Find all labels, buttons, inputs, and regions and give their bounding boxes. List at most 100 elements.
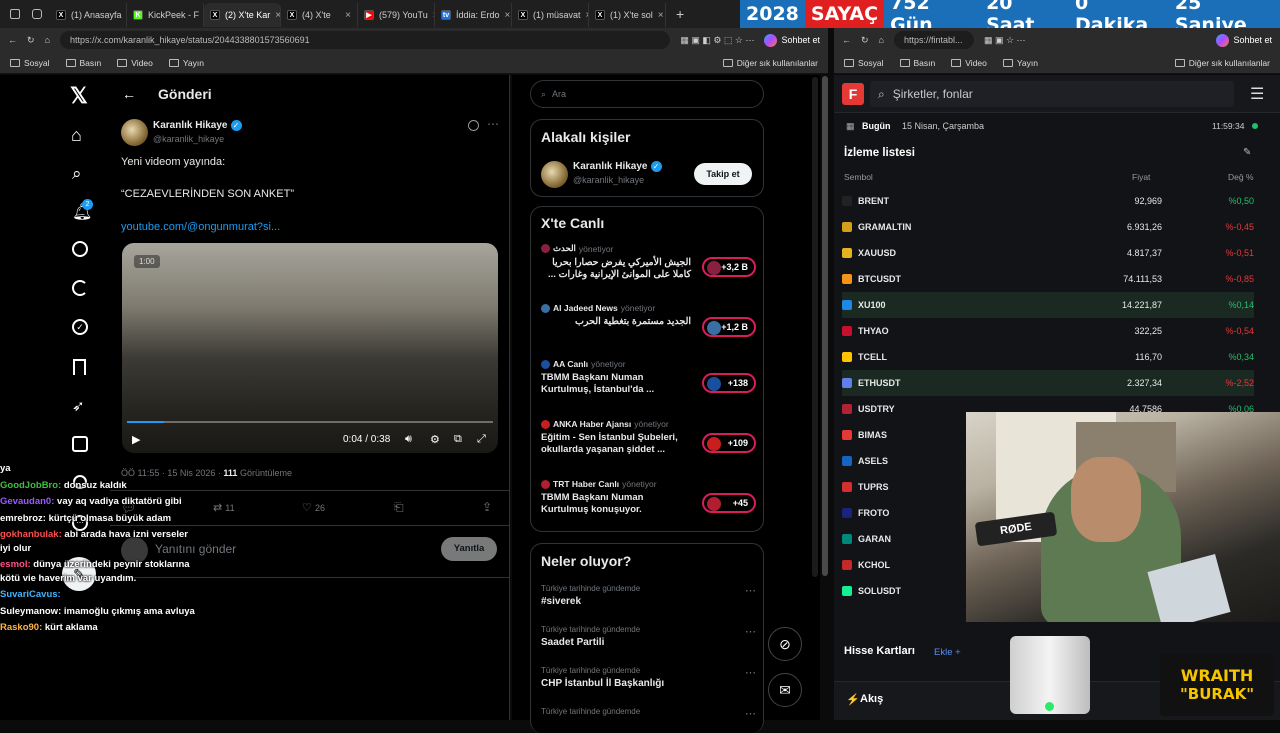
reload-icon[interactable]: ↻ [27, 35, 35, 46]
edit-pencil-icon[interactable]: ✎ [1243, 147, 1251, 158]
url-field-left[interactable]: https://x.com/karanlik_hikaye/status/204… [60, 31, 670, 49]
watchlist-row[interactable]: BTCUSDT74.111,53%-0,85 [842, 266, 1254, 292]
col-symbol[interactable]: Sembol [844, 172, 873, 182]
jobs-rocket-icon[interactable]: ➶ [72, 397, 85, 415]
browser-tab[interactable]: ▶(579) YouTu× [358, 3, 435, 27]
scrollbar[interactable] [812, 77, 818, 577]
browser-tab[interactable]: X(2) X'te Kar× [204, 3, 281, 27]
chat-username[interactable]: Gevaudan0: [0, 496, 54, 507]
home-icon[interactable]: ⌂ [879, 35, 884, 45]
other-bookmarks[interactable]: Diğer sık kullanılanlar [1175, 58, 1270, 68]
author-avatar[interactable] [121, 119, 148, 146]
bookmark-folder[interactable]: Yayın [1003, 58, 1038, 68]
grok-icon[interactable] [72, 280, 88, 296]
fintables-logo[interactable]: F [842, 83, 864, 105]
follow-button[interactable]: Takip et [694, 163, 752, 185]
post-link[interactable]: youtube.com/@ongunmurat?si... [121, 221, 280, 233]
bookmark-folder[interactable]: Video [117, 58, 153, 68]
home-icon[interactable]: ⌂ [45, 35, 50, 45]
live-item[interactable]: TRT Haber CanlıyönetiyorTBMM Başkanı Num… [541, 479, 756, 516]
back-icon[interactable]: ← [8, 35, 17, 45]
play-icon[interactable]: ▶ [132, 433, 140, 446]
chat-username[interactable]: esmol: [0, 559, 31, 570]
trend-more-icon[interactable]: ⋯ [745, 666, 756, 679]
tab-close-icon[interactable]: × [505, 10, 511, 21]
volume-icon[interactable]: 🔊︎ [405, 433, 412, 446]
back-arrow-icon[interactable]: ← [122, 86, 136, 102]
related-name-row[interactable]: Karanlık Hikaye✓ [573, 161, 662, 172]
watchlist-row[interactable]: TCELL116,70%0,34 [842, 344, 1254, 370]
browser-tab[interactable]: tvİddia: Erdo× [435, 3, 512, 27]
chat-username[interactable]: GoodJobBro: [0, 480, 61, 491]
bookmark-folder[interactable]: Sosyal [844, 58, 884, 68]
watchlist-row[interactable]: XU10014.221,87%0,14 [842, 292, 1254, 318]
reply-button[interactable]: Yanıtla [441, 537, 497, 561]
copilot-button[interactable]: Sohbet et [1216, 34, 1272, 47]
fin-search-input[interactable]: ⌕Şirketler, fonlar [870, 81, 1234, 107]
watchlist-row[interactable]: XAUUSD4.817,37%-0,51 [842, 240, 1254, 266]
trend-more-icon[interactable]: ⋯ [745, 625, 756, 638]
live-item[interactable]: AA CanlıyönetiyorTBMM Başkanı Numan Kurt… [541, 359, 756, 396]
related-avatar[interactable] [541, 161, 568, 188]
trend-more-icon[interactable]: ⋯ [745, 584, 756, 597]
watchlist-row[interactable]: THYAO322,25%-0,54 [842, 318, 1254, 344]
trend-item[interactable]: Türkiye tarihinde gündemde#siverek⋯ [541, 584, 756, 607]
live-listener-badge[interactable]: +3,2 B [702, 257, 756, 277]
chat-username[interactable]: gokhanbulak: [0, 529, 62, 540]
col-price[interactable]: Fiyat [1132, 172, 1150, 182]
bookmark-folder[interactable]: Sosyal [10, 58, 50, 68]
live-item[interactable]: ANKA Haber AjansıyönetiyorEğitim - Sen İ… [541, 419, 756, 456]
browser-tab[interactable]: X(4) X'te× [281, 3, 358, 27]
browser-tab[interactable]: X(1) müsavat× [512, 3, 589, 27]
left-browser-scrollbar[interactable] [822, 76, 828, 576]
back-icon[interactable]: ← [842, 35, 851, 45]
search-input[interactable]: ⌕Ara [530, 80, 764, 108]
video-player[interactable]: 1:00 ▶ 0:04 / 0:38 🔊︎ ⚙ ⧉ ⤢ [122, 243, 498, 453]
tab-close-icon[interactable]: × [658, 10, 664, 21]
other-bookmarks[interactable]: Diğer sık kullanılanlar [723, 58, 818, 68]
x-logo-icon[interactable]: 𝕏 [70, 83, 88, 109]
search-icon[interactable]: ⌕ [72, 164, 82, 184]
video-progress-bar[interactable] [127, 421, 493, 423]
retweet-button[interactable]: ⇄ 11 [213, 501, 235, 514]
chat-username[interactable]: SuvariCavus: [0, 589, 61, 600]
live-listener-badge[interactable]: +1,2 B [702, 317, 756, 337]
messages-float-button[interactable]: ✉ [768, 673, 802, 707]
hamburger-menu-icon[interactable]: ☰ [1250, 84, 1264, 104]
bookmark-folder[interactable]: Basın [66, 58, 102, 68]
post-more-icon[interactable]: ⋯ [487, 117, 499, 131]
chat-username[interactable]: Suleymanow: [0, 606, 61, 617]
bookmark-folder[interactable]: Basın [900, 58, 936, 68]
grok-post-icon[interactable] [468, 120, 479, 131]
tab-close-icon[interactable]: × [345, 10, 351, 21]
like-button[interactable]: ♡ 26 [302, 501, 325, 514]
bookmark-folder[interactable]: Video [951, 58, 987, 68]
url-field-right[interactable]: https://fintabl... [894, 31, 974, 49]
browser-tab[interactable]: KKickPeek - F× [127, 3, 204, 27]
new-tab-icon[interactable]: + [676, 6, 684, 22]
fullscreen-icon[interactable]: ⤢ [477, 433, 486, 446]
verified-orgs-icon[interactable]: ✓ [72, 319, 88, 335]
live-listener-badge[interactable]: +45 [702, 493, 756, 513]
live-listener-badge[interactable]: +138 [702, 373, 756, 393]
add-card-button[interactable]: Ekle + [934, 647, 961, 658]
bookmarks-icon[interactable] [73, 359, 86, 375]
trend-item[interactable]: Türkiye tarihinde gündemdeCHP İstanbul İ… [541, 666, 756, 689]
chat-username[interactable]: Rasko90: [0, 622, 42, 633]
trend-more-icon[interactable]: ⋯ [745, 707, 756, 720]
grok-float-button[interactable]: ⊘ [768, 627, 802, 661]
workspaces-icon[interactable] [32, 9, 42, 19]
bookmark-folder[interactable]: Yayın [169, 58, 204, 68]
extensions-icon[interactable]: ▦ ▣ ◧ ⚙ ⬚ ☆ ⋯ [680, 35, 754, 46]
pip-icon[interactable]: ⧉ [454, 433, 462, 446]
trend-item[interactable]: Türkiye tarihinde gündemde⋯ [541, 707, 756, 719]
extensions-icon[interactable]: ▦ ▣ ☆ ⋯ [984, 35, 1026, 46]
bookmark-icon[interactable]: ⎗ [394, 500, 404, 515]
messages-icon[interactable] [72, 241, 88, 257]
col-change[interactable]: Değ % [1228, 172, 1254, 182]
author-handle[interactable]: @karanlik_hikaye [153, 134, 224, 144]
watchlist-row[interactable]: BRENT92,969%0,50 [842, 188, 1254, 214]
share-icon[interactable]: ⇪ [482, 500, 492, 514]
live-listener-badge[interactable]: +109 [702, 433, 756, 453]
browser-tab[interactable]: X(1) X'te sol× [589, 3, 666, 27]
